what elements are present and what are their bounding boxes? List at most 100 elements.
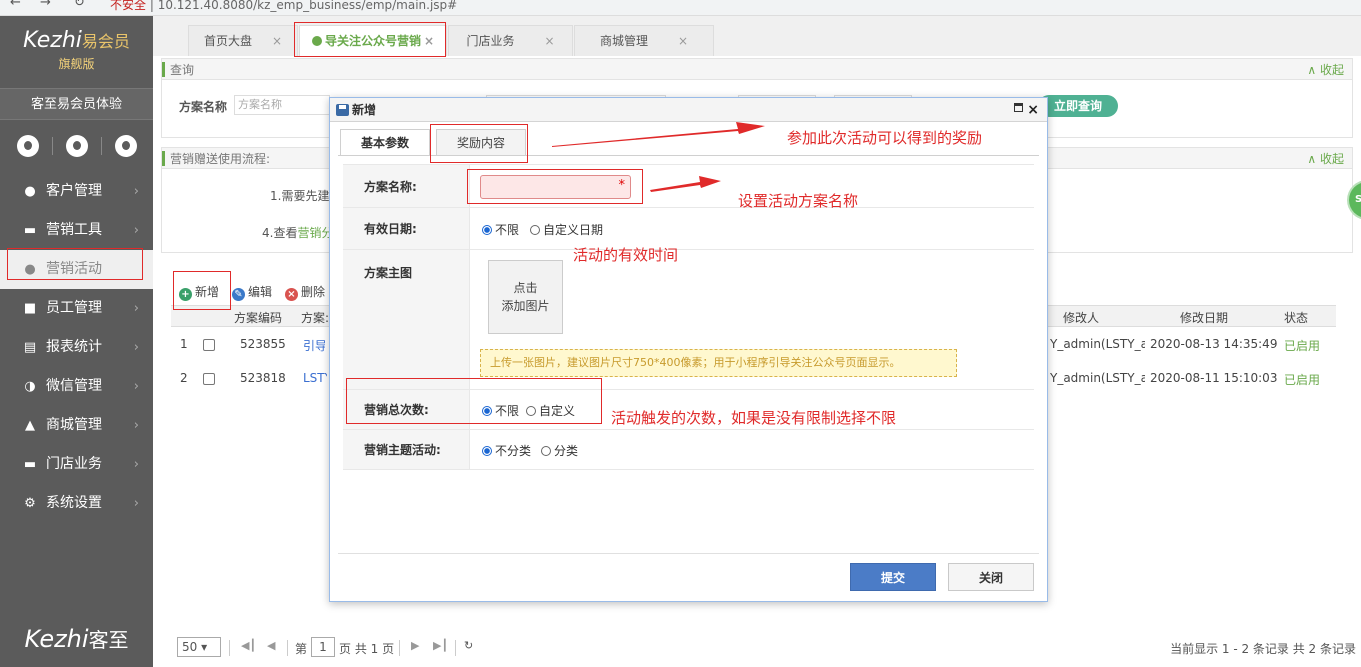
- radio-label: 不限: [495, 223, 520, 237]
- annotation-name: 设置活动方案名称: [738, 192, 859, 210]
- prev-page-icon[interactable]: ◀: [267, 639, 275, 652]
- first-page-icon[interactable]: ◀┃: [241, 639, 256, 652]
- close-icon[interactable]: ×: [1027, 98, 1039, 122]
- tab-label: 首页大盘: [203, 34, 252, 48]
- forward-icon[interactable]: →: [40, 0, 51, 10]
- shop-name[interactable]: 客至易会员体验: [0, 88, 153, 120]
- security-warning: 不安全: [110, 0, 147, 12]
- sidebar-item-settings[interactable]: ⚙ 系统设置 ›: [0, 484, 153, 523]
- power-icon[interactable]: [114, 135, 137, 157]
- sidebar-item-wechat[interactable]: ◑ 微信管理 ›: [0, 367, 153, 406]
- validity-radio-custom[interactable]: 自定义日期: [530, 221, 603, 238]
- gear-icon: ⚙: [24, 496, 36, 511]
- row-name-link[interactable]: 引导: [303, 337, 325, 354]
- tab-basic-params[interactable]: 基本参数: [340, 129, 430, 156]
- edit-label: 编辑: [248, 285, 273, 299]
- panel-title: 查询: [170, 63, 195, 77]
- sidebar-item-mall[interactable]: ▲ 商城管理 ›: [0, 406, 153, 445]
- flow-step-1: 1.需要先建: [270, 189, 330, 203]
- grid-header-right: 修改人 修改日期 状态: [1048, 305, 1336, 327]
- sidebar-item-staff[interactable]: ■ 员工管理 ›: [0, 289, 153, 328]
- url-value: 10.121.40.8080/kz_emp_business/emp/main.…: [157, 0, 458, 12]
- next-page-icon[interactable]: ▶: [411, 639, 419, 652]
- dialog-title: 新增: [352, 103, 377, 117]
- close-icon[interactable]: ×: [678, 34, 688, 48]
- tab-mall[interactable]: 商城管理 ×: [574, 25, 714, 56]
- reload-icon[interactable]: ↻: [74, 0, 85, 10]
- add-image-button[interactable]: 点击 添加图片: [488, 260, 563, 334]
- scheme-name-input[interactable]: 方案名称: [234, 95, 330, 115]
- sidebar-item-customer[interactable]: ● 客户管理 ›: [0, 172, 153, 211]
- divider: [229, 640, 230, 656]
- close-icon[interactable]: ×: [544, 34, 554, 48]
- sidebar-item-label: 客户管理: [46, 183, 102, 199]
- image-label: 方案主图: [343, 250, 470, 389]
- url-text[interactable]: 不安全 | 10.121.40.8080/kz_emp_business/emp…: [110, 0, 457, 13]
- refresh-icon[interactable]: ↻: [464, 639, 473, 652]
- row-modifier: Y_admin(LSTY_a: [1050, 371, 1145, 385]
- annotation-box-count-row: [346, 378, 602, 424]
- row-checkbox[interactable]: [203, 339, 215, 351]
- column-header-code[interactable]: 方案编码: [234, 309, 282, 326]
- store-icon: ▬: [23, 457, 37, 472]
- sidebar-item-label: 员工管理: [46, 300, 102, 316]
- theme-radio-none[interactable]: 不分类: [482, 442, 531, 459]
- row-code: 523818: [240, 371, 286, 385]
- chevron-right-icon: ›: [133, 496, 139, 511]
- delete-button[interactable]: × 删除: [285, 283, 325, 301]
- tab-label: 门店业务: [466, 34, 515, 48]
- annotation-validity: 活动的有效时间: [573, 246, 679, 264]
- quick-icons: [0, 120, 153, 172]
- sidebar-item-label: 微信管理: [46, 378, 102, 394]
- dialog-title-bar[interactable]: 新增 ×: [330, 98, 1047, 122]
- chevron-right-icon: ›: [133, 418, 139, 433]
- status-badge: 已启用: [1284, 373, 1321, 387]
- column-header-date[interactable]: 修改日期: [1180, 309, 1228, 326]
- chevron-down-icon: ▾: [201, 640, 208, 654]
- close-button[interactable]: 关闭: [948, 563, 1034, 591]
- column-header-modifier[interactable]: 修改人: [1063, 309, 1099, 326]
- profile-icon[interactable]: [16, 135, 39, 157]
- sidebar: Kezhi易会员 旗舰版 客至易会员体验 ● 客户管理 › ▬ 营销工具 › ● 营销活动…: [0, 16, 153, 667]
- close-icon[interactable]: ×: [272, 34, 282, 48]
- logo-cn: 易会员: [81, 32, 130, 51]
- last-page-icon[interactable]: ▶┃: [433, 639, 448, 652]
- upload-text-line2: 添加图片: [501, 299, 550, 313]
- maximize-icon[interactable]: [1014, 103, 1023, 112]
- validity-radio-unlimited[interactable]: 不限: [482, 221, 519, 238]
- sidebar-item-marketing-tools[interactable]: ▬ 营销工具 ›: [0, 211, 153, 250]
- tab-store[interactable]: 门店业务 ×: [448, 25, 573, 56]
- row-date: 2020-08-11 15:10:03: [1150, 371, 1278, 385]
- row-name-link[interactable]: LSTY: [303, 371, 327, 385]
- theme-radio-category[interactable]: 分类: [541, 442, 578, 459]
- tab-home[interactable]: 首页大盘 ×: [188, 25, 298, 56]
- column-header-status[interactable]: 状态: [1284, 309, 1308, 326]
- save-icon: [336, 104, 349, 116]
- upload-tip: 上传一张图片，建议图片尺寸750*400像素；用于小程序引导关注公众号页面显示。: [480, 349, 957, 377]
- flow-step-4: 4.查看营销分: [262, 224, 333, 241]
- shop-icon: ▲: [25, 418, 35, 433]
- row-checkbox[interactable]: [203, 373, 215, 385]
- annotation-reward: 参加此次活动可以得到的奖励: [787, 129, 983, 147]
- row-index: 1: [180, 337, 188, 351]
- sidebar-item-store[interactable]: ▬ 门店业务 ›: [0, 445, 153, 484]
- bell-icon[interactable]: [65, 135, 88, 157]
- chevron-right-icon: ›: [133, 379, 139, 394]
- delete-label: 删除: [301, 285, 326, 299]
- divider: [399, 640, 400, 656]
- submit-button[interactable]: 提交: [850, 563, 936, 591]
- annotation-box-active-tab: [294, 22, 446, 57]
- annotation-count: 活动触发的次数，如果是没有限制选择不限: [611, 409, 897, 427]
- collapse-button[interactable]: ∧ 收起: [1307, 148, 1344, 170]
- column-header-name[interactable]: 方案:: [301, 309, 329, 326]
- back-icon[interactable]: ←: [10, 0, 21, 10]
- query-button[interactable]: 立即查询: [1038, 95, 1119, 117]
- radio-selected: [482, 225, 492, 235]
- name-label: 方案名称:: [343, 165, 470, 207]
- staff-icon: ■: [23, 301, 37, 316]
- page-size-select[interactable]: 50 ▾: [177, 637, 221, 657]
- edit-button[interactable]: ✎ 编辑: [232, 283, 272, 301]
- sidebar-item-reports[interactable]: ▤ 报表统计 ›: [0, 328, 153, 367]
- collapse-button[interactable]: ∧ 收起: [1307, 59, 1344, 81]
- page-number-input[interactable]: 1: [311, 637, 335, 657]
